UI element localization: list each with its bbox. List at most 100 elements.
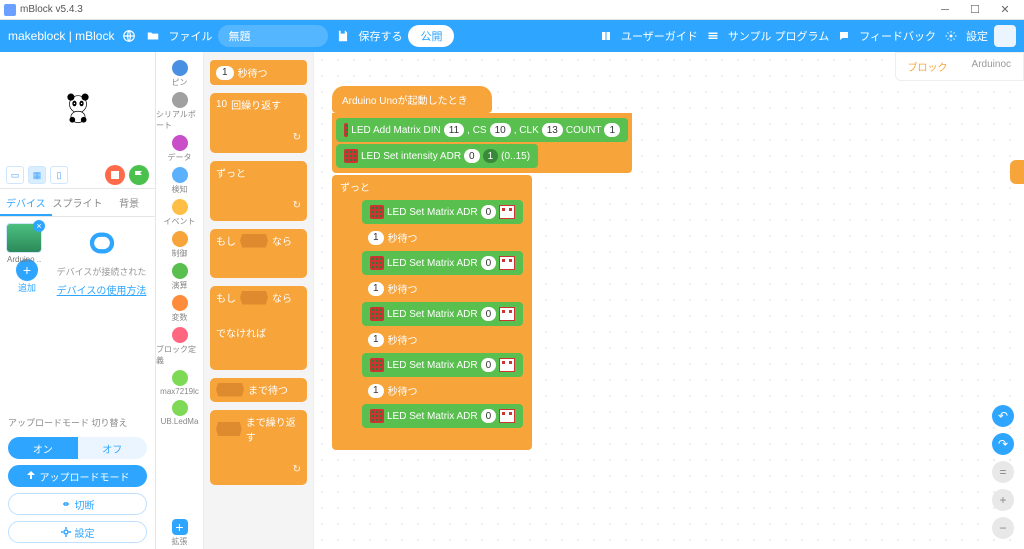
category-7[interactable]: 変数 <box>156 293 203 325</box>
palette-wait-until-block[interactable]: まで待つ <box>210 378 307 402</box>
led-set-matrix-block[interactable]: LED Set Matrix ADR0 <box>362 353 523 377</box>
device-settings-button[interactable]: 設定 <box>8 521 147 543</box>
save-icon[interactable] <box>334 27 352 45</box>
category-8[interactable]: ブロック定義 <box>156 325 203 368</box>
set-matrix-adr[interactable]: 0 <box>481 205 497 219</box>
upload-button[interactable]: アップロードモード <box>8 465 147 487</box>
set-matrix-adr[interactable]: 0 <box>481 409 497 423</box>
folder-icon[interactable] <box>144 27 162 45</box>
extension-button[interactable]: + 拡張 <box>156 517 203 549</box>
stage-size-small[interactable]: ▭ <box>6 166 24 184</box>
wait-value[interactable]: 1 <box>216 66 234 80</box>
count-value[interactable]: 1 <box>604 123 620 137</box>
settings-link[interactable]: 設定 <box>966 28 988 44</box>
face-picker[interactable] <box>499 307 515 321</box>
publish-button[interactable]: 公開 <box>408 25 454 47</box>
led-add-matrix-block[interactable]: LED Add Matrix DIN 11 , CS 10 , CLK 13 C… <box>336 118 628 142</box>
repeat-value[interactable]: 10 <box>216 99 227 110</box>
face-picker[interactable] <box>499 358 515 372</box>
ws-side-tag[interactable] <box>1010 160 1024 184</box>
tab-background[interactable]: 背景 <box>103 189 155 216</box>
toggle-off[interactable]: オフ <box>78 437 148 459</box>
window-close[interactable]: ✕ <box>990 3 1020 16</box>
palette-if-else-block[interactable]: もし なら でなければ <box>210 286 307 370</box>
green-flag[interactable] <box>129 165 149 185</box>
wait-value[interactable]: 1 <box>368 333 384 347</box>
zoom-reset[interactable]: = <box>992 461 1014 483</box>
face-picker[interactable] <box>499 256 515 270</box>
forever-block[interactable]: ずっと LED Set Matrix ADR01秒待つLED Set Matri… <box>332 175 532 450</box>
category-4[interactable]: イベント <box>156 197 203 229</box>
hex-slot2[interactable] <box>240 291 268 305</box>
category-1[interactable]: シリアルポート <box>156 90 203 133</box>
wait-value[interactable]: 1 <box>368 282 384 296</box>
stage-size-large[interactable]: ▯ <box>50 166 68 184</box>
panda-sprite[interactable] <box>61 90 95 124</box>
hex-slot3[interactable] <box>216 383 244 397</box>
face-picker[interactable] <box>499 205 515 219</box>
device-thumbnail[interactable]: × Arduino ... <box>6 223 42 253</box>
zoom-out[interactable]: − <box>992 517 1014 539</box>
samples-link[interactable]: サンプル プログラム <box>728 28 829 44</box>
category-3[interactable]: 検知 <box>156 165 203 197</box>
led-set-matrix-block[interactable]: LED Set Matrix ADR0 <box>362 404 523 428</box>
led-set-intensity-block[interactable]: LED Set intensity ADR 0 1 (0..15) <box>336 144 538 168</box>
clk-value[interactable]: 13 <box>542 123 563 137</box>
led-set-matrix-block[interactable]: LED Set Matrix ADR0 <box>362 251 523 275</box>
wait-block[interactable]: 1秒待つ <box>362 328 442 351</box>
cs-value[interactable]: 10 <box>490 123 511 137</box>
feedback-link[interactable]: フィードバック <box>859 28 936 44</box>
script-stack[interactable]: Arduino Unoが起動したとき LED Add Matrix DIN 11… <box>332 86 632 450</box>
disconnect-button[interactable]: 切断 <box>8 493 147 515</box>
avatar[interactable] <box>994 25 1016 47</box>
wait-block[interactable]: 1秒待つ <box>362 277 442 300</box>
stop-button[interactable] <box>105 165 125 185</box>
tab-sprite[interactable]: スプライト <box>52 189 104 216</box>
wait-value[interactable]: 1 <box>368 231 384 245</box>
set-matrix-adr[interactable]: 0 <box>481 358 497 372</box>
category-6[interactable]: 演算 <box>156 261 203 293</box>
toggle-on[interactable]: オン <box>8 437 78 459</box>
set-matrix-adr[interactable]: 0 <box>481 256 497 270</box>
intensity-adr[interactable]: 0 <box>464 149 480 163</box>
led-set-matrix-block[interactable]: LED Set Matrix ADR0 <box>362 200 523 224</box>
led-set-matrix-block[interactable]: LED Set Matrix ADR0 <box>362 302 523 326</box>
redo-button[interactable]: ↷ <box>992 433 1014 455</box>
hat-block[interactable]: Arduino Unoが起動したとき <box>332 86 492 113</box>
upload-mode-toggle[interactable]: オン オフ <box>8 437 147 459</box>
workspace[interactable]: ブロック Arduinoc Arduino Unoが起動したとき LED Add… <box>314 52 1024 549</box>
remove-device[interactable]: × <box>33 220 45 232</box>
category-9[interactable]: max7219lc <box>156 368 203 398</box>
category-5[interactable]: 制御 <box>156 229 203 261</box>
globe-icon[interactable] <box>120 27 138 45</box>
palette-repeat-until-block[interactable]: まで繰り返す ↻ <box>210 410 307 485</box>
palette-repeat-block[interactable]: 10 回繰り返す ↻ <box>210 93 307 153</box>
userguide-link[interactable]: ユーザーガイド <box>621 28 698 44</box>
ws-tab-arduino[interactable]: Arduinoc <box>960 53 1023 80</box>
intensity-val[interactable]: 1 <box>483 149 499 163</box>
window-minimize[interactable]: ─ <box>930 4 960 16</box>
wait-block[interactable]: 1秒待つ <box>362 379 442 402</box>
category-10[interactable]: UB.LedMa <box>156 398 203 428</box>
hex-slot4[interactable] <box>216 422 242 436</box>
palette-wait-block[interactable]: 1 秒待つ <box>210 60 307 85</box>
din-value[interactable]: 11 <box>444 123 464 137</box>
title-field[interactable]: 無題 <box>218 25 328 47</box>
usage-link[interactable]: デバイスの使用方法 <box>57 282 147 297</box>
category-0[interactable]: ピン <box>156 58 203 90</box>
wait-value[interactable]: 1 <box>368 384 384 398</box>
stage-size-grid[interactable]: ▦ <box>28 166 46 184</box>
tab-device[interactable]: デバイス <box>0 189 52 216</box>
undo-button[interactable]: ↶ <box>992 405 1014 427</box>
ws-tab-blocks[interactable]: ブロック <box>896 53 960 80</box>
zoom-in[interactable]: + <box>992 489 1014 511</box>
set-matrix-adr[interactable]: 0 <box>481 307 497 321</box>
hex-slot[interactable] <box>240 234 268 248</box>
file-menu[interactable]: ファイル <box>168 28 212 44</box>
category-2[interactable]: データ <box>156 133 203 165</box>
save-label[interactable]: 保存する <box>358 28 402 44</box>
wait-block[interactable]: 1秒待つ <box>362 226 442 249</box>
face-picker[interactable] <box>499 409 515 423</box>
palette-forever-block[interactable]: ずっと ↻ <box>210 161 307 221</box>
palette-if-block[interactable]: もし なら <box>210 229 307 278</box>
